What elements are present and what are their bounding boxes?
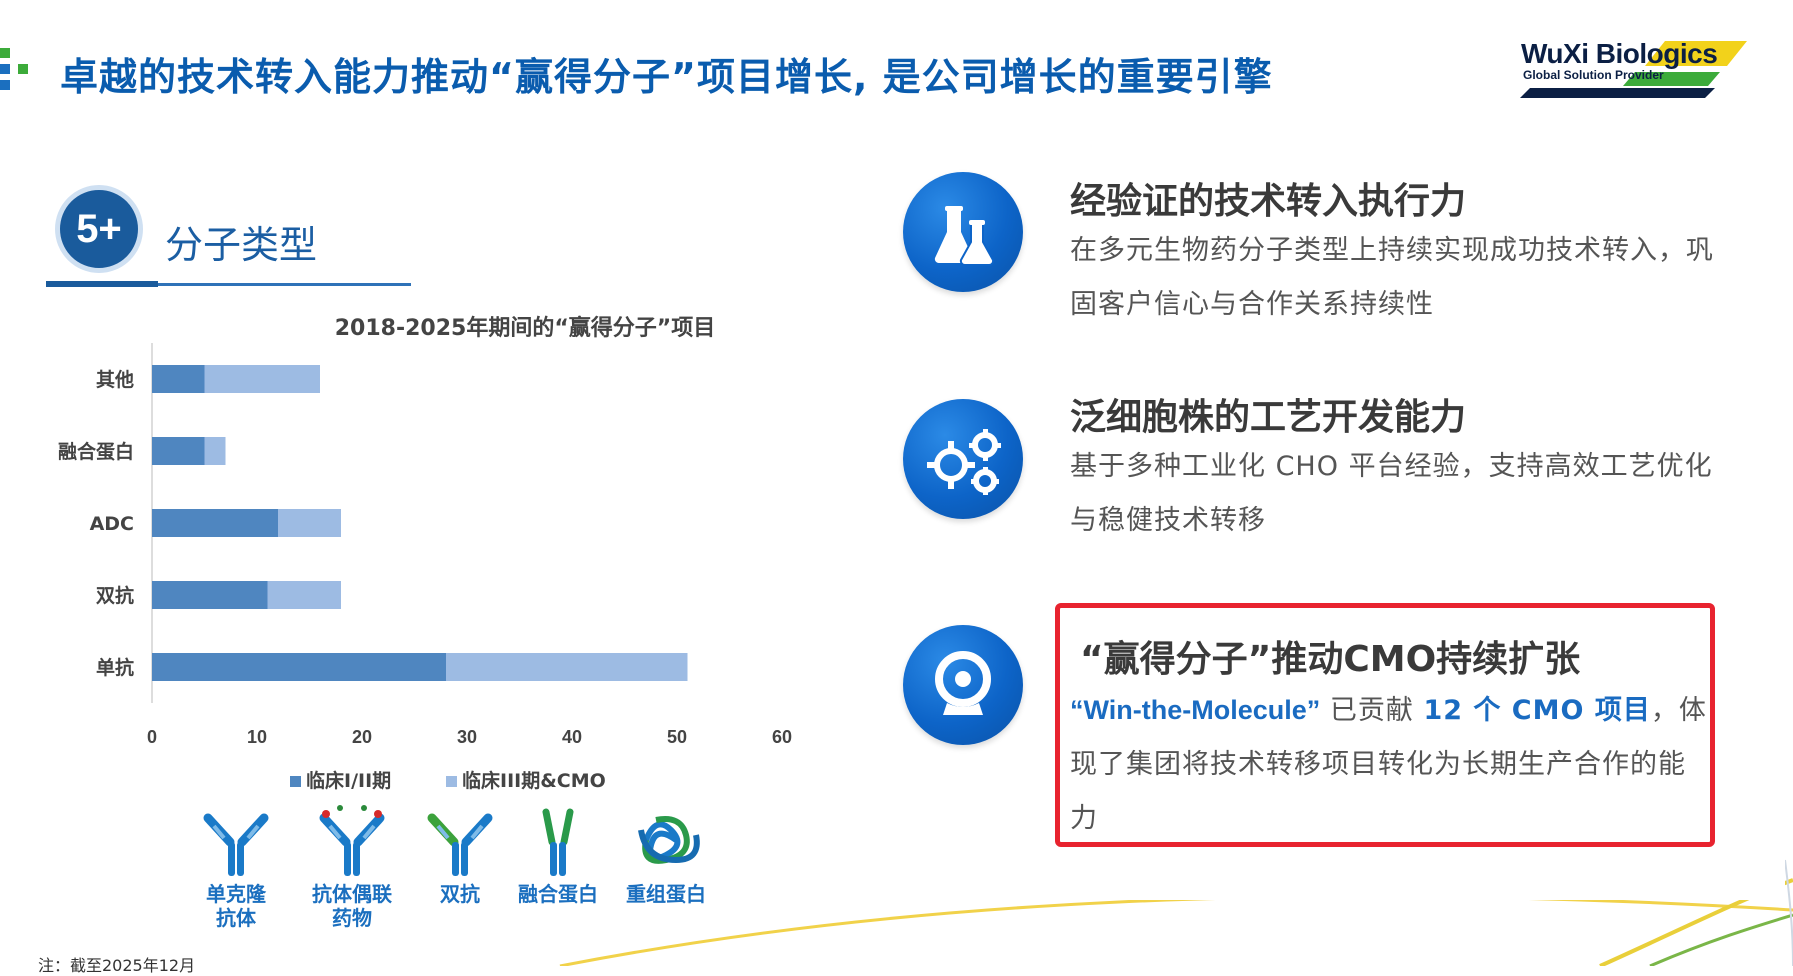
molecule-types-badge: 5+ bbox=[55, 185, 143, 273]
corner-square-blue-2 bbox=[0, 80, 10, 90]
bar-clinical-early bbox=[152, 365, 205, 393]
antibody-icon bbox=[191, 800, 281, 882]
company-logo: WuXi Biologics Global Solution Provider bbox=[1515, 38, 1755, 108]
x-tick-label: 30 bbox=[457, 727, 477, 747]
legend-label: 临床III期&CMO bbox=[462, 769, 606, 792]
molecule-label: 单克隆 bbox=[206, 882, 266, 906]
bar-clinical-early bbox=[152, 653, 446, 681]
molecule-label: 重组蛋白 bbox=[626, 882, 706, 906]
adc-icon bbox=[307, 800, 397, 882]
gears-icon bbox=[927, 429, 1001, 495]
bar-clinical-late-cmo bbox=[204, 365, 320, 393]
footnote: 注：截至2025年12月 bbox=[38, 956, 196, 975]
category-label: 融合蛋白 bbox=[58, 440, 134, 463]
molecule-type-item: 重组蛋白 bbox=[621, 800, 711, 906]
logo-tagline: Global Solution Provider bbox=[1523, 68, 1664, 82]
section-label: 分子类型 bbox=[165, 223, 318, 267]
bar-clinical-early bbox=[152, 509, 278, 537]
x-tick-label: 60 bbox=[772, 727, 792, 747]
corner-square-green-2 bbox=[18, 64, 28, 74]
molecule-label: 双抗 bbox=[440, 882, 480, 906]
bispecific-icon bbox=[415, 800, 505, 882]
molecule-type-item: 融合蛋白 bbox=[513, 800, 603, 906]
recombinant-protein-icon bbox=[621, 800, 711, 882]
page-title: 卓越的技术转入能力推动“赢得分子”项目增长, 是公司增长的重要引擎 bbox=[60, 55, 1273, 99]
corner-square-blue bbox=[0, 64, 10, 74]
bar-clinical-late-cmo bbox=[204, 437, 226, 465]
molecule-type-item: 抗体偶联 药物 bbox=[307, 800, 397, 930]
fusion-protein-icon bbox=[513, 800, 603, 882]
feature-icon-circle-1 bbox=[903, 172, 1023, 292]
webcam-icon bbox=[935, 651, 991, 715]
molecule-label: 融合蛋白 bbox=[518, 882, 598, 906]
category-label: ADC bbox=[90, 513, 134, 535]
category-label: 其他 bbox=[96, 368, 134, 391]
corner-square-green bbox=[0, 48, 10, 58]
chart-title: 2018-2025年期间的“赢得分子”项目 bbox=[335, 315, 716, 341]
section-underline-accent bbox=[46, 281, 158, 287]
feature-desc-1: 在多元生物药分子类型上持续实现成功技术转入，巩固客户信心与合作关系持续性 bbox=[1070, 235, 1714, 320]
molecule-label-line2: 药物 bbox=[332, 906, 372, 930]
bar-clinical-late-cmo bbox=[446, 653, 688, 681]
x-tick-label: 20 bbox=[352, 727, 372, 747]
highlight-title: “赢得分子”推动CMO持续扩张 bbox=[1080, 639, 1581, 680]
x-tick-label: 50 bbox=[667, 727, 687, 747]
lab-flasks-icon bbox=[934, 206, 995, 266]
highlight-count: 12 个 CMO 项目 bbox=[1423, 695, 1651, 726]
molecule-label-line2: 抗体 bbox=[216, 906, 256, 930]
x-tick-label: 0 bbox=[147, 727, 157, 747]
winning-molecules-chart: 2018-2025年期间的“赢得分子”项目其他融合蛋白 ADC 双抗单抗 0 10 20 3… bbox=[58, 315, 792, 792]
feature-desc-2: 基于多种工业化 CHO 平台经验，支持高效工艺优化与稳健技术转移 bbox=[1070, 451, 1713, 536]
category-label: 单抗 bbox=[96, 656, 134, 679]
bar-clinical-late-cmo bbox=[267, 581, 341, 609]
legend-swatch bbox=[290, 776, 301, 787]
category-label: 双抗 bbox=[96, 584, 134, 607]
molecule-type-item: 单克隆 抗体 bbox=[191, 800, 281, 930]
highlight-text-1: 已贡献 bbox=[1320, 695, 1424, 726]
bar-clinical-late-cmo bbox=[278, 509, 341, 537]
feature-icon-circle-2 bbox=[903, 399, 1023, 519]
highlight-en-label: “Win-the-Molecule” bbox=[1070, 695, 1321, 725]
logo-name: WuXi Biologics bbox=[1521, 38, 1718, 69]
feature-icon-circle-3 bbox=[903, 625, 1023, 745]
molecule-type-item: 双抗 bbox=[415, 800, 505, 906]
x-tick-label: 10 bbox=[247, 727, 267, 747]
legend-label: 临床I/II期 bbox=[306, 769, 391, 792]
x-tick-label: 40 bbox=[562, 727, 582, 747]
legend-swatch bbox=[446, 776, 457, 787]
feature-title-2: 泛细胞株的工艺开发能力 bbox=[1070, 397, 1467, 438]
highlight-desc: “Win-the-Molecule” 已贡献 12 个 CMO 项目，体现了集团… bbox=[1070, 683, 1710, 846]
feature-title-1: 经验证的技术转入执行力 bbox=[1070, 181, 1467, 222]
molecule-label: 抗体偶联 bbox=[312, 882, 392, 906]
bar-clinical-early bbox=[152, 581, 268, 609]
bar-clinical-early bbox=[152, 437, 205, 465]
